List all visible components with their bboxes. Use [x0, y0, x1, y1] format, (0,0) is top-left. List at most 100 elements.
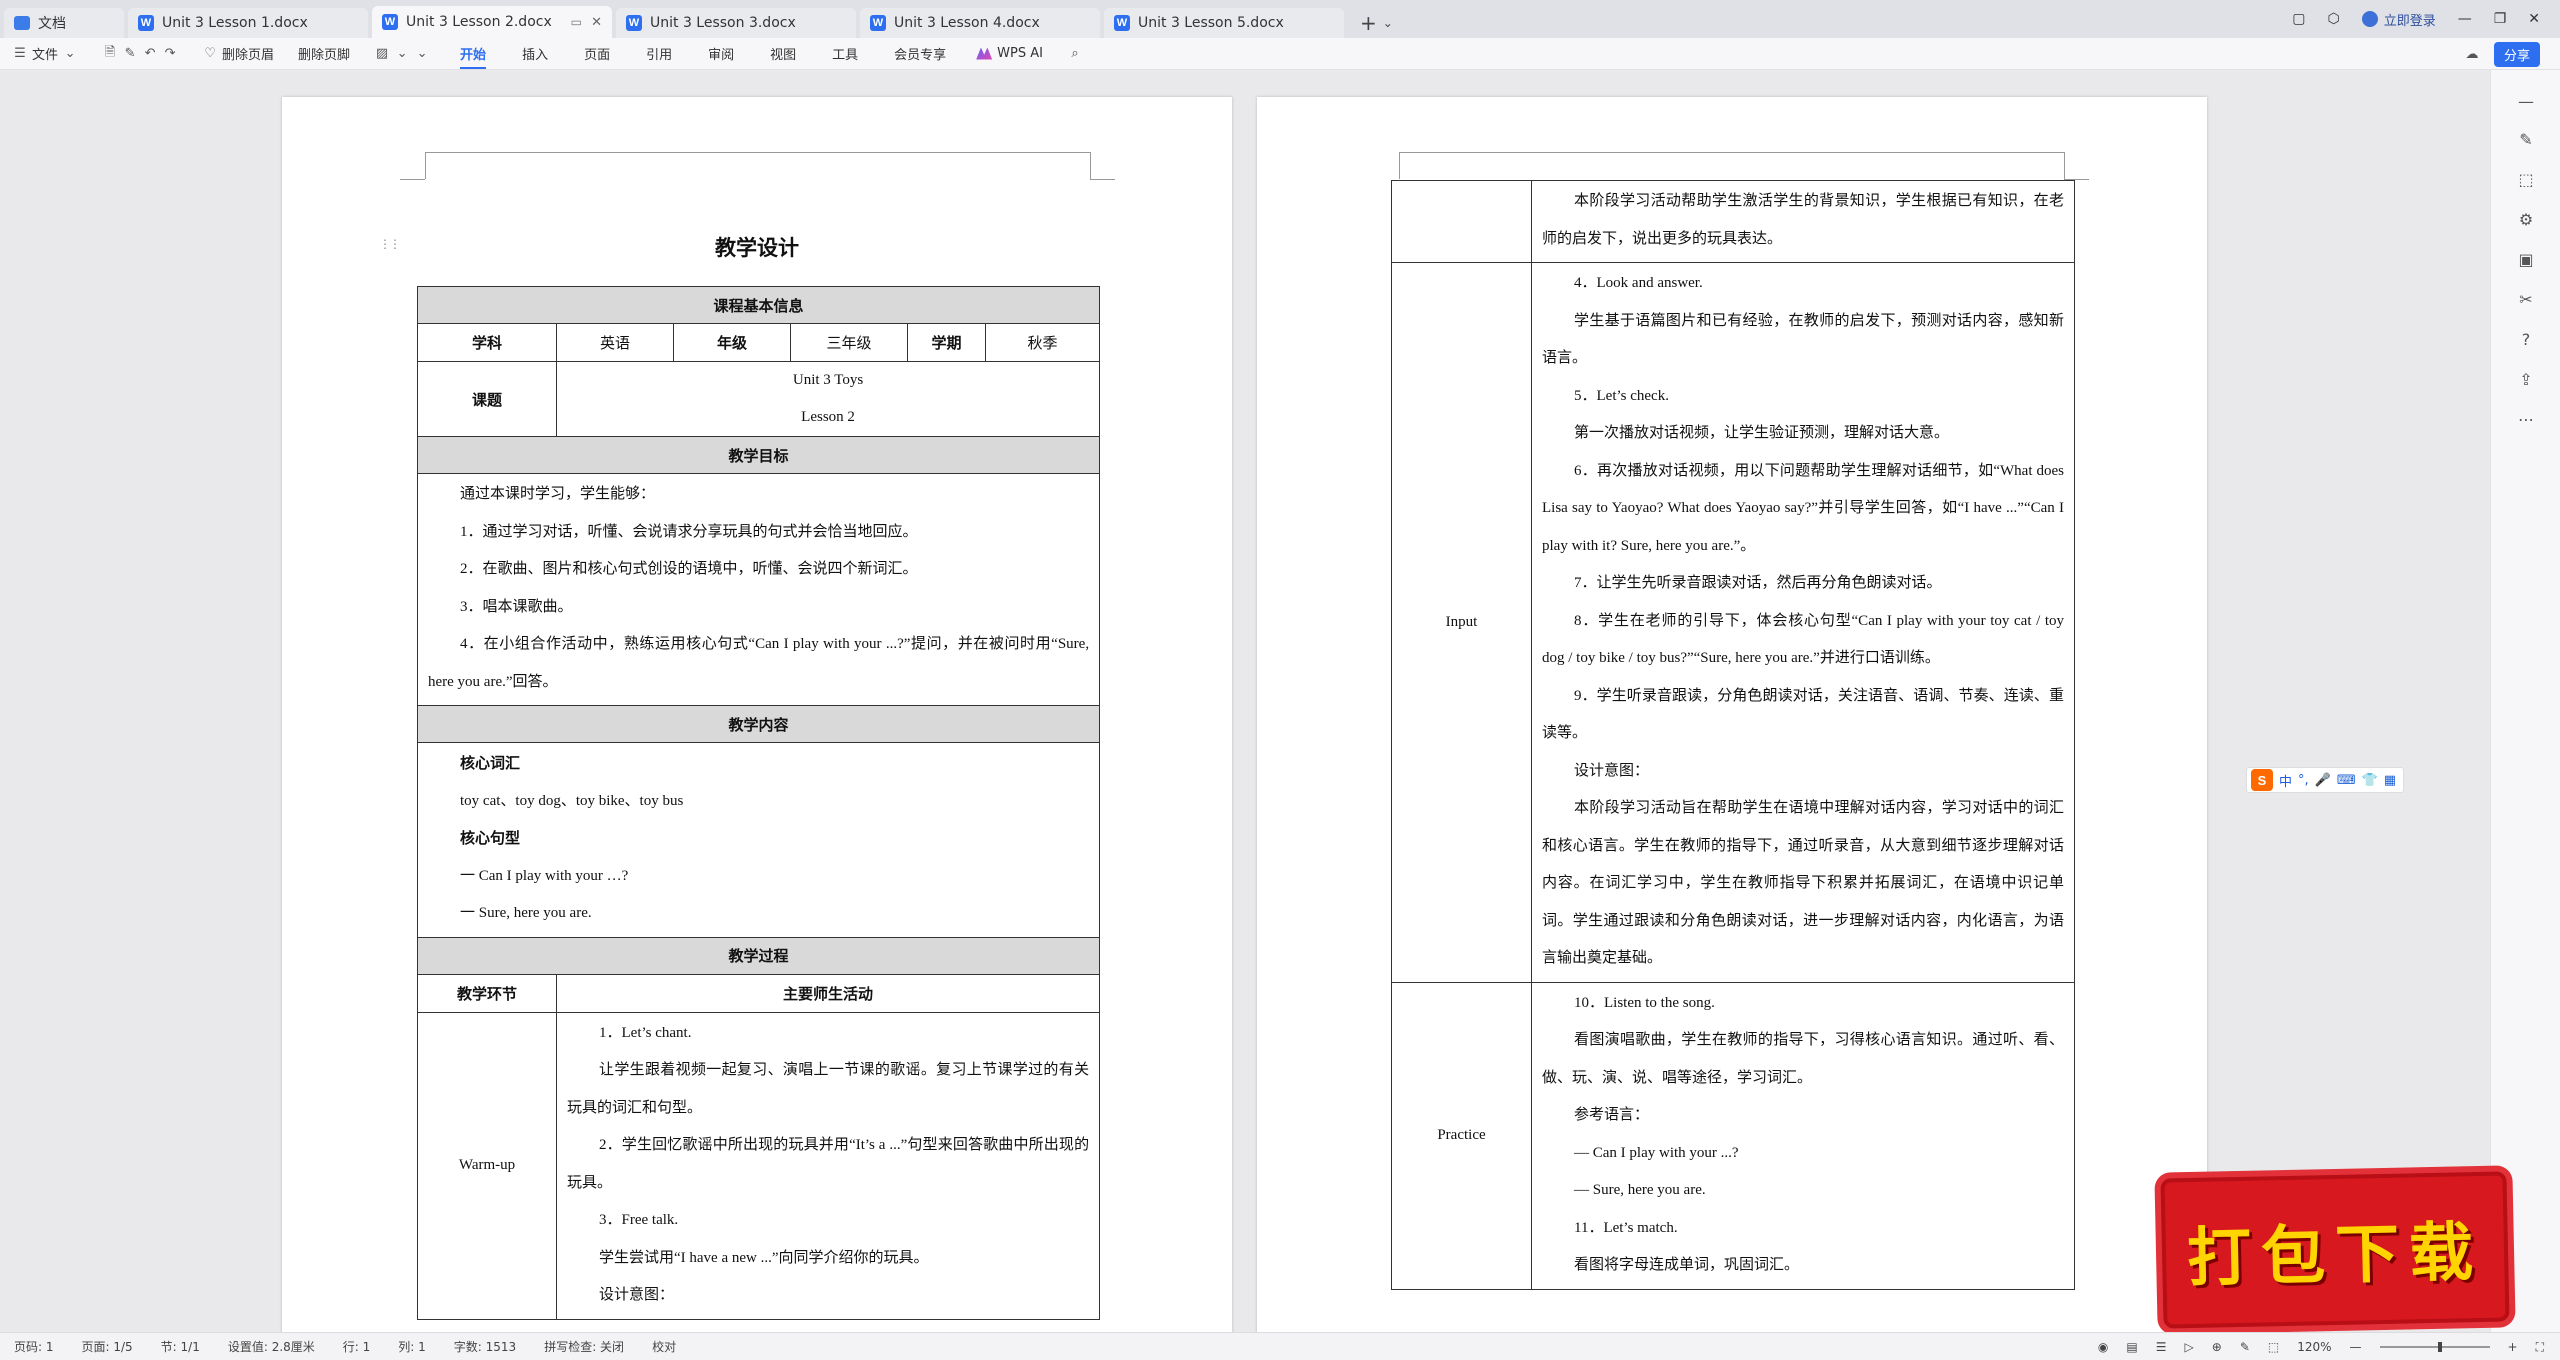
cloud-sync-icon[interactable]: ☁ [2464, 47, 2480, 63]
menu-review[interactable]: 审阅 [690, 44, 752, 63]
save-icon[interactable]: 🗎 [102, 45, 118, 62]
restore-icon[interactable]: ❐ [2494, 11, 2507, 27]
tab-document[interactable]: W Unit 3 Lesson 3.docx [616, 8, 856, 38]
ime-toolbar[interactable]: S 中 °, 🎤 ⌨ 👕 ▦ [2246, 767, 2404, 793]
wps-ai-button[interactable]: WPS AI [964, 46, 1055, 61]
punctuation-icon[interactable]: °, [2298, 773, 2309, 788]
status-col: 列: 1 [398, 1340, 426, 1354]
microphone-icon[interactable]: 🎤 [2315, 773, 2331, 788]
login-button[interactable]: 立即登录 [2361, 10, 2436, 29]
menu-home[interactable]: 开始 [442, 44, 504, 69]
share-icon[interactable]: ⇪ [2515, 368, 2537, 390]
share-button[interactable]: 分享 [2493, 42, 2540, 67]
document-canvas[interactable]: ⋮⋮ 教学设计 课程基本信息 学科 英语 年级 三年级 学期 秋季 课题 Uni… [0, 70, 2490, 1332]
file-menu[interactable]: ☰ 文件 ⌄ [0, 44, 90, 63]
tab-document[interactable]: W Unit 3 Lesson 4.docx [860, 8, 1100, 38]
tab-label: 文档 [38, 16, 66, 32]
undo-icon[interactable]: ↶ [142, 46, 158, 62]
delete-footer-button[interactable]: 删除页脚 [286, 44, 362, 63]
status-spellcheck[interactable]: 拼写检查: 关闭 [544, 1338, 624, 1355]
paragraph: 本阶段学习活动帮助学生激活学生的背景知识，学生根据已有知识，在老师的启发下，说出… [1542, 193, 2064, 247]
chevron-down-icon[interactable]: ⌄ [1383, 8, 1393, 38]
paragraph: 1．通过学习对话，听懂、会说请求分享玩具的句式并会恰当地回应。 [460, 523, 918, 540]
download-banner[interactable]: 打包下载 [2160, 1171, 2510, 1329]
delete-header-button[interactable]: ♡ 删除页眉 [190, 44, 286, 63]
cube-icon[interactable]: ⬡ [2327, 11, 2339, 27]
keyboard-icon[interactable]: ⌨ [2337, 773, 2356, 788]
zoom-slider[interactable] [2379, 1342, 2490, 1352]
banner-text: 打包下载 [2186, 1214, 2484, 1297]
header-line [1399, 152, 2064, 153]
docs-home-icon [14, 16, 30, 30]
zoom-level[interactable]: 120% [2297, 1340, 2331, 1354]
zoom-out-icon[interactable]: — [2350, 1340, 2362, 1354]
paragraph: 通过本课时学习，学生能够： [460, 486, 656, 502]
tab-label: Unit 3 Lesson 3.docx [650, 15, 796, 31]
adjust-icon[interactable]: ⚙ [2515, 208, 2537, 230]
paragraph: 核心词汇 [460, 754, 521, 772]
eye-protect-icon[interactable]: ◉ [2098, 1340, 2108, 1354]
status-pages[interactable]: 页面: 1/5 [82, 1338, 133, 1355]
header-margin-mark [1090, 152, 1091, 179]
menu-member[interactable]: 会员专享 [876, 44, 964, 63]
menu-tools[interactable]: 工具 [814, 44, 876, 63]
toolbox-icon[interactable]: ▦ [2384, 773, 2396, 788]
menu-page[interactable]: 页面 [566, 44, 628, 63]
lesson-plan-table-continued: 本阶段学习活动帮助学生激活学生的背景知识，学生根据已有知识，在老师的启发下，说出… [1391, 180, 2075, 1290]
margin-mark [400, 179, 425, 180]
section-header: 教学目标 [416, 436, 1101, 474]
close-icon[interactable]: ✕ [591, 15, 602, 30]
menu-references[interactable]: 引用 [628, 44, 690, 63]
ribbon-toolbar: ☰ 文件 ⌄ 🗎 ✎ ↶ ↷ ♡ 删除页眉 删除页脚 ▨ ⌄ ⌄ 开始 插入 页… [0, 38, 2560, 70]
float-window-icon[interactable]: ▭ [571, 15, 582, 29]
wps-ai-label: WPS AI [997, 46, 1043, 61]
word-doc-icon: W [626, 15, 642, 31]
format-painter-icon[interactable]: ✎ [122, 46, 138, 62]
status-page[interactable]: 页码: 1 [14, 1338, 54, 1355]
page-view-icon[interactable]: ▤ [2126, 1340, 2137, 1354]
toolbar-right: ☁ 分享 [2464, 42, 2540, 67]
fullscreen-icon[interactable]: ⛶ [2536, 1340, 2544, 1355]
status-setting[interactable]: 设置值: 2.8厘米 [228, 1338, 315, 1355]
image-tools[interactable]: ▨ ⌄ ⌄ [362, 46, 442, 62]
window-controls: ▢ ⬡ 立即登录 — ❐ ✕ [2292, 0, 2560, 38]
menu-insert[interactable]: 插入 [504, 44, 566, 63]
header-margin-mark [425, 152, 426, 179]
pen-icon[interactable]: ✎ [2240, 1340, 2250, 1354]
tab-document[interactable]: W Unit 3 Lesson 5.docx [1104, 8, 1344, 38]
tab-label: Unit 3 Lesson 2.docx [406, 14, 552, 30]
paragraph: 3．唱本课歌曲。 [460, 598, 573, 615]
cell-value: 三年级 [790, 323, 908, 362]
web-view-icon[interactable]: ⊕ [2212, 1340, 2222, 1354]
minimize-icon[interactable]: — [2458, 11, 2472, 27]
tab-document[interactable]: W Unit 3 Lesson 1.docx [128, 8, 368, 38]
play-icon[interactable]: ▷ [2185, 1340, 2194, 1354]
collapse-icon[interactable]: — [2515, 90, 2537, 112]
paragraph: 参考语言： [1574, 1107, 1650, 1123]
zoom-in-icon[interactable]: + [2508, 1340, 2518, 1354]
layout-icon[interactable]: ▢ [2292, 11, 2305, 27]
search-button[interactable]: ⌕ [1055, 46, 1095, 62]
help-icon[interactable]: ? [2515, 328, 2537, 350]
tab-home[interactable]: 文档 [4, 8, 124, 38]
status-bar: 页码: 1 页面: 1/5 节: 1/1 设置值: 2.8厘米 行: 1 列: … [0, 1332, 2560, 1360]
select-icon[interactable]: ⬚ [2515, 168, 2537, 190]
skin-icon[interactable]: 👕 [2362, 773, 2378, 788]
status-proofread[interactable]: 校对 [652, 1338, 676, 1355]
tab-document-active[interactable]: W Unit 3 Lesson 2.docx ▭ ✕ [372, 6, 612, 38]
add-tab-button[interactable]: + [1354, 8, 1383, 38]
delete-header-label: 删除页眉 [222, 48, 275, 63]
review-icon[interactable]: ▣ [2515, 248, 2537, 270]
redo-icon[interactable]: ↷ [162, 46, 178, 62]
tools-icon[interactable]: ✂ [2515, 288, 2537, 310]
ime-language[interactable]: 中 [2279, 771, 2292, 790]
menu-view[interactable]: 视图 [752, 44, 814, 63]
close-window-icon[interactable]: ✕ [2528, 11, 2540, 27]
status-section[interactable]: 节: 1/1 [161, 1338, 200, 1355]
fit-icon[interactable]: ⬚ [2268, 1340, 2279, 1354]
outline-view-icon[interactable]: ☰ [2156, 1340, 2167, 1354]
more-icon[interactable]: ⋯ [2515, 408, 2537, 430]
paragraph: 4．在小组合作活动中，熟练运用核心句式“Can I play with your… [428, 636, 1090, 690]
status-words[interactable]: 字数: 1513 [454, 1338, 516, 1355]
edit-icon[interactable]: ✎ [2515, 128, 2537, 150]
